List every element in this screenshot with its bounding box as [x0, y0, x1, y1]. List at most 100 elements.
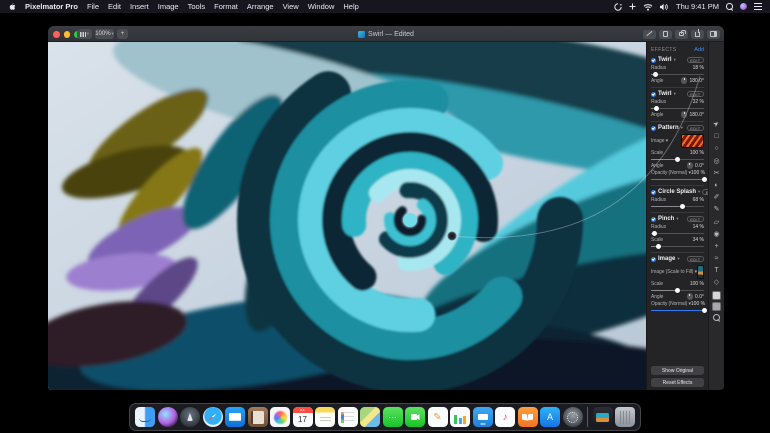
dock-icon-mail[interactable]	[225, 407, 245, 427]
menu-view[interactable]: View	[283, 2, 299, 11]
show-original-button[interactable]: Show Original	[651, 366, 704, 375]
param-slider[interactable]	[651, 307, 707, 313]
dock-icon-music[interactable]: ♪	[495, 407, 515, 427]
dock-icon-pixelmator[interactable]	[592, 407, 613, 427]
effect-name[interactable]: Twirl	[658, 57, 672, 63]
slider-thumb[interactable]	[680, 203, 686, 209]
dock-icon-trash[interactable]	[615, 407, 635, 427]
sync-status-icon[interactable]	[614, 2, 622, 11]
siri-icon[interactable]	[740, 3, 747, 10]
menu-image[interactable]: Image	[158, 2, 179, 11]
close-button[interactable]	[53, 31, 60, 38]
quick-select-tool-icon[interactable]: ◎	[712, 157, 721, 166]
effect-name[interactable]: Circle Splash	[658, 189, 696, 195]
add-effect-button[interactable]: Add	[694, 47, 704, 53]
param-slider[interactable]	[651, 105, 704, 111]
effect-enabled-checkbox[interactable]	[651, 216, 656, 222]
effect-enabled-checkbox[interactable]	[651, 189, 656, 195]
warp-tool-icon[interactable]: ≈	[712, 254, 721, 263]
share-toolbar-button[interactable]	[691, 28, 704, 39]
dock-icon-launchpad[interactable]	[180, 407, 200, 427]
slider-thumb[interactable]	[653, 105, 659, 111]
duplicate-toolbar-button[interactable]	[659, 29, 672, 39]
effect-name[interactable]: Pattern	[658, 125, 679, 131]
document-proxy-icon[interactable]	[358, 30, 366, 38]
effect-enabled-checkbox[interactable]	[651, 256, 656, 262]
effect-image-thumbnail[interactable]	[697, 264, 704, 279]
dock-icon-calendar[interactable]: JUL 17	[292, 407, 313, 427]
dock-icon-facetime[interactable]	[405, 407, 425, 427]
dock-icon-photos[interactable]	[270, 407, 290, 427]
zoom-tool-icon[interactable]	[712, 314, 721, 322]
menu-clock[interactable]: Thu 9:41 PM	[676, 2, 719, 11]
dock-icon-messages[interactable]	[382, 407, 403, 427]
apple-menu-icon[interactable]	[8, 2, 16, 11]
retouch-tool-icon[interactable]: +	[712, 242, 721, 251]
menu-file[interactable]: File	[87, 2, 99, 11]
effect-edit-button[interactable]: EDIT	[686, 256, 704, 262]
dock-icon-books[interactable]	[517, 407, 538, 427]
slider-thumb[interactable]	[701, 307, 707, 313]
menu-window[interactable]: Window	[308, 2, 335, 11]
dock-icon-pages[interactable]: ✎	[427, 407, 448, 427]
brush-tool-icon[interactable]: ✐	[712, 193, 721, 202]
slider-thumb[interactable]	[675, 156, 680, 162]
view-options-button[interactable]: ▾	[77, 29, 92, 39]
erase-tool-icon[interactable]: ▱	[712, 218, 721, 227]
effect-edit-button[interactable]: EDIT	[686, 216, 704, 222]
crop-tool-icon[interactable]: ✂	[712, 169, 721, 178]
slider-thumb[interactable]	[652, 71, 658, 77]
param-slider[interactable]	[651, 230, 704, 236]
window-titlebar[interactable]: ▾ 100% ▾ + Swirl — Edited	[48, 26, 724, 42]
menu-app-name[interactable]: Pixelmator Pro	[25, 2, 78, 11]
angle-dial[interactable]	[686, 162, 694, 169]
color-adjust-tool-icon[interactable]: ◐	[712, 181, 721, 190]
lock-toolbar-button[interactable]	[675, 29, 688, 39]
lasso-tool-icon[interactable]: ○	[712, 144, 721, 153]
angle-dial[interactable]	[680, 111, 688, 118]
effect-edit-button[interactable]: EDIT	[686, 125, 704, 131]
slider-thumb[interactable]	[655, 243, 661, 249]
canvas[interactable]	[48, 42, 646, 390]
slider-thumb[interactable]	[652, 230, 658, 236]
effect-name[interactable]: Pinch	[658, 216, 674, 222]
menu-help[interactable]: Help	[343, 2, 358, 11]
add-tab-button[interactable]: +	[117, 29, 128, 39]
dock-icon-numbers[interactable]	[450, 407, 470, 427]
color-swatch-secondary[interactable]	[712, 301, 721, 311]
slider-thumb[interactable]	[675, 287, 680, 293]
type-tool-icon[interactable]: T	[712, 266, 721, 275]
angle-dial[interactable]	[686, 293, 694, 300]
plus-status-icon[interactable]	[629, 3, 636, 10]
effect-edit-button[interactable]: EDIT	[686, 91, 704, 97]
retouch-toolbar-button[interactable]	[643, 29, 656, 39]
effect-name[interactable]: Twirl	[658, 91, 672, 97]
param-slider[interactable]	[651, 287, 704, 293]
dock-icon-keynote[interactable]	[472, 407, 493, 427]
effect-enabled-checkbox[interactable]	[651, 125, 656, 131]
shape-tool-icon[interactable]: ◇	[712, 278, 721, 287]
param-slider[interactable]	[651, 203, 704, 209]
minimize-button[interactable]	[63, 31, 70, 38]
dock-icon-contacts[interactable]	[247, 407, 268, 427]
param-slider[interactable]	[651, 156, 704, 162]
volume-icon[interactable]	[660, 3, 669, 11]
pencil-tool-icon[interactable]: ✎	[712, 205, 721, 214]
effect-edit-button[interactable]: EDIT	[686, 57, 704, 63]
effect-enabled-checkbox[interactable]	[651, 57, 656, 63]
dock-icon-maps[interactable]	[360, 407, 380, 427]
dock-icon-appstore[interactable]: A	[540, 407, 560, 427]
arrange-tool-icon[interactable]: ➤	[710, 118, 723, 131]
spotlight-icon[interactable]	[726, 3, 733, 10]
sidebar-toggle-button[interactable]	[707, 29, 720, 39]
menu-arrange[interactable]: Arrange	[247, 2, 274, 11]
color-swatch-primary[interactable]	[712, 290, 721, 300]
dock-icon-safari[interactable]	[202, 407, 223, 427]
menu-insert[interactable]: Insert	[130, 2, 149, 11]
param-slider[interactable]	[651, 176, 707, 182]
menu-format[interactable]: Format	[214, 2, 238, 11]
slider-thumb[interactable]	[701, 176, 707, 182]
effect-name[interactable]: Image	[658, 256, 675, 262]
reset-effects-button[interactable]: Reset Effects	[651, 378, 704, 387]
angle-dial[interactable]	[680, 77, 688, 84]
